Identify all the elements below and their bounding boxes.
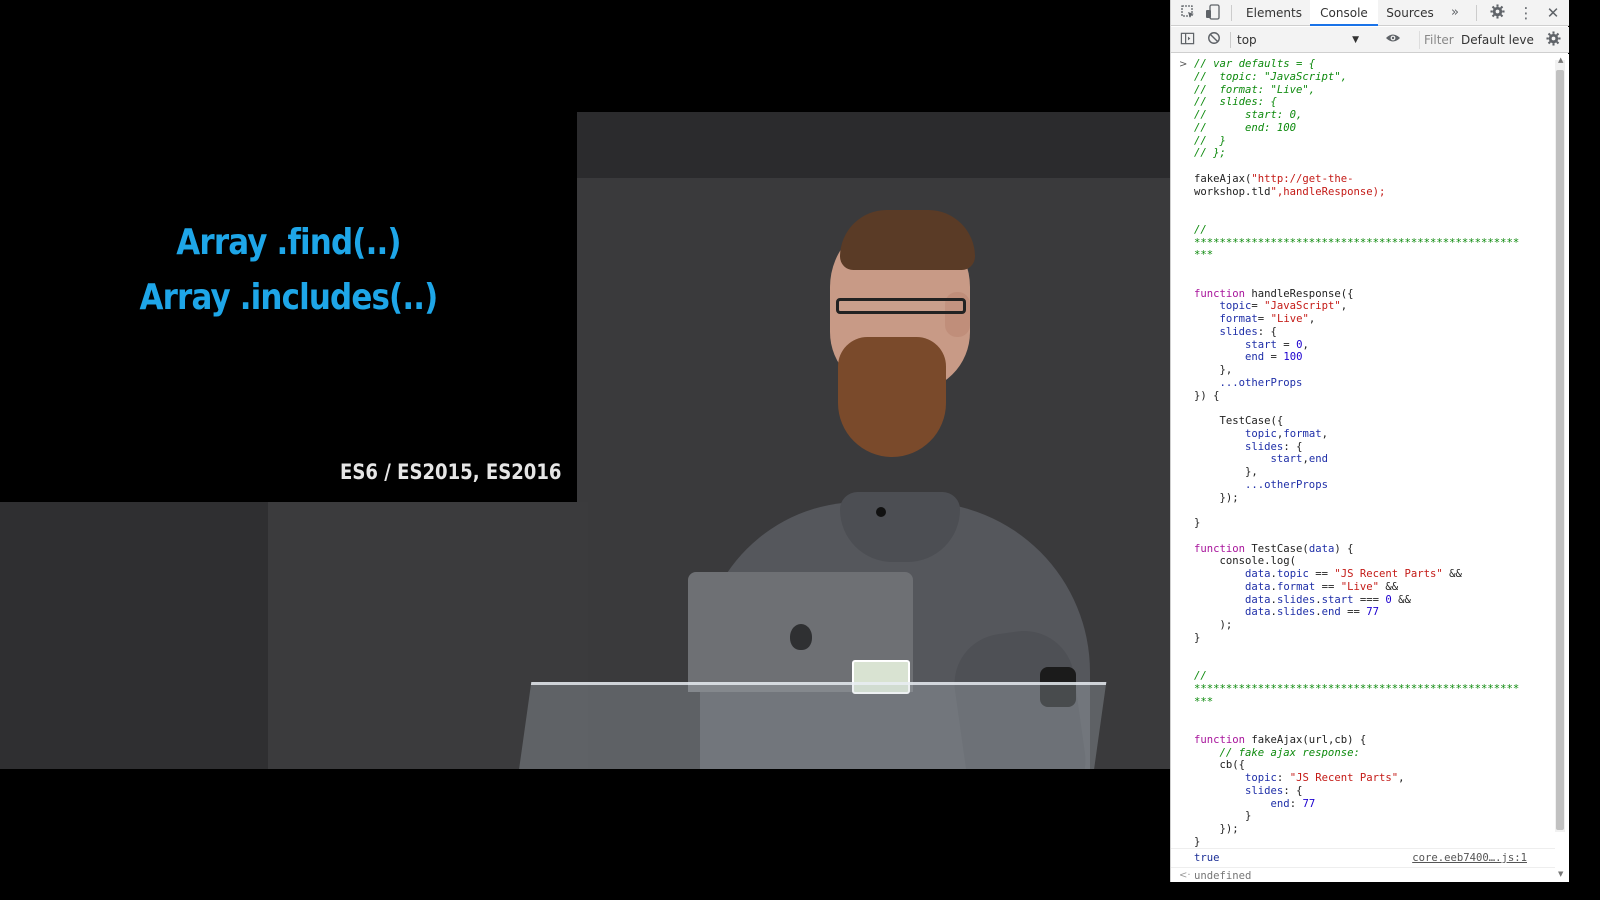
tab-console[interactable]: Console <box>1310 0 1378 26</box>
speaker-hair <box>840 210 975 270</box>
close-icon[interactable]: ✕ <box>1544 4 1562 22</box>
video-frame: Array .find(..) Array .includes(..) ES6 … <box>0 0 1170 882</box>
return-value: undefined <box>1194 870 1252 882</box>
clear-console-icon[interactable] <box>1205 31 1223 49</box>
more-vertical-icon[interactable]: ⋮ <box>1517 4 1535 22</box>
log-value: true <box>1194 852 1220 864</box>
backdrop-wall <box>577 112 1170 178</box>
speaker-glasses <box>836 298 966 314</box>
divider <box>1476 5 1477 21</box>
console-code-entry[interactable]: // var defaults = { // topic: "JavaScrip… <box>1194 58 1539 849</box>
console-settings-gear-icon[interactable] <box>1544 31 1562 49</box>
context-label: top <box>1237 33 1257 47</box>
backdrop-panel <box>0 502 268 769</box>
settings-gear-icon[interactable] <box>1488 4 1506 22</box>
console-scrollbar[interactable] <box>1555 60 1565 832</box>
lapel-mic <box>876 507 886 517</box>
speaker-beard <box>838 337 946 457</box>
slide-overlay: Array .find(..) Array .includes(..) ES6 … <box>0 0 577 502</box>
return-arrow-icon: <· <box>1179 870 1191 881</box>
console-toolbar: top ▼ Filter Default leve <box>1171 27 1569 53</box>
slide-title-line: Array .includes(..) <box>139 277 439 318</box>
console-output[interactable]: > // var defaults = { // topic: "JavaScr… <box>1171 54 1569 882</box>
divider <box>1230 32 1231 48</box>
slide-title-line: Array .find(..) <box>176 222 401 263</box>
console-log-row: true core.eeb7400….js:1 <box>1171 848 1555 866</box>
scroll-down-arrow-icon[interactable]: ▼ <box>1558 870 1563 878</box>
scroll-up-arrow-icon[interactable]: ▲ <box>1558 56 1563 64</box>
laptop-logo-icon <box>790 624 812 650</box>
tab-elements[interactable]: Elements <box>1239 0 1309 26</box>
live-expression-eye-icon[interactable] <box>1384 31 1402 49</box>
devtools-panel: Elements Console Sources » ⋮ ✕ top ▼ Fil… <box>1170 0 1569 882</box>
inspect-element-icon[interactable] <box>1179 4 1197 22</box>
log-levels-dropdown[interactable]: Default leve <box>1461 31 1545 49</box>
log-source-link[interactable]: core.eeb7400….js:1 <box>1412 852 1527 864</box>
dropdown-caret-icon: ▼ <box>1352 35 1359 45</box>
podium <box>518 682 1107 769</box>
sidebar-toggle-icon[interactable] <box>1178 31 1196 49</box>
scrollbar-thumb[interactable] <box>1556 70 1564 830</box>
devtools-tab-bar: Elements Console Sources » ⋮ ✕ <box>1171 0 1569 26</box>
filter-input[interactable]: Filter <box>1419 31 1457 49</box>
context-selector[interactable]: top ▼ <box>1237 31 1365 49</box>
divider <box>1231 5 1232 21</box>
console-return-row: <· undefined <box>1171 867 1555 882</box>
chevron-double-right-icon[interactable]: » <box>1446 4 1464 22</box>
tab-sources[interactable]: Sources <box>1379 0 1441 26</box>
slide-footer: ES6 / ES2015, ES2016 <box>339 460 561 484</box>
device-toolbar-icon[interactable] <box>1204 4 1222 22</box>
input-prompt-chevron-icon: > <box>1179 59 1188 70</box>
